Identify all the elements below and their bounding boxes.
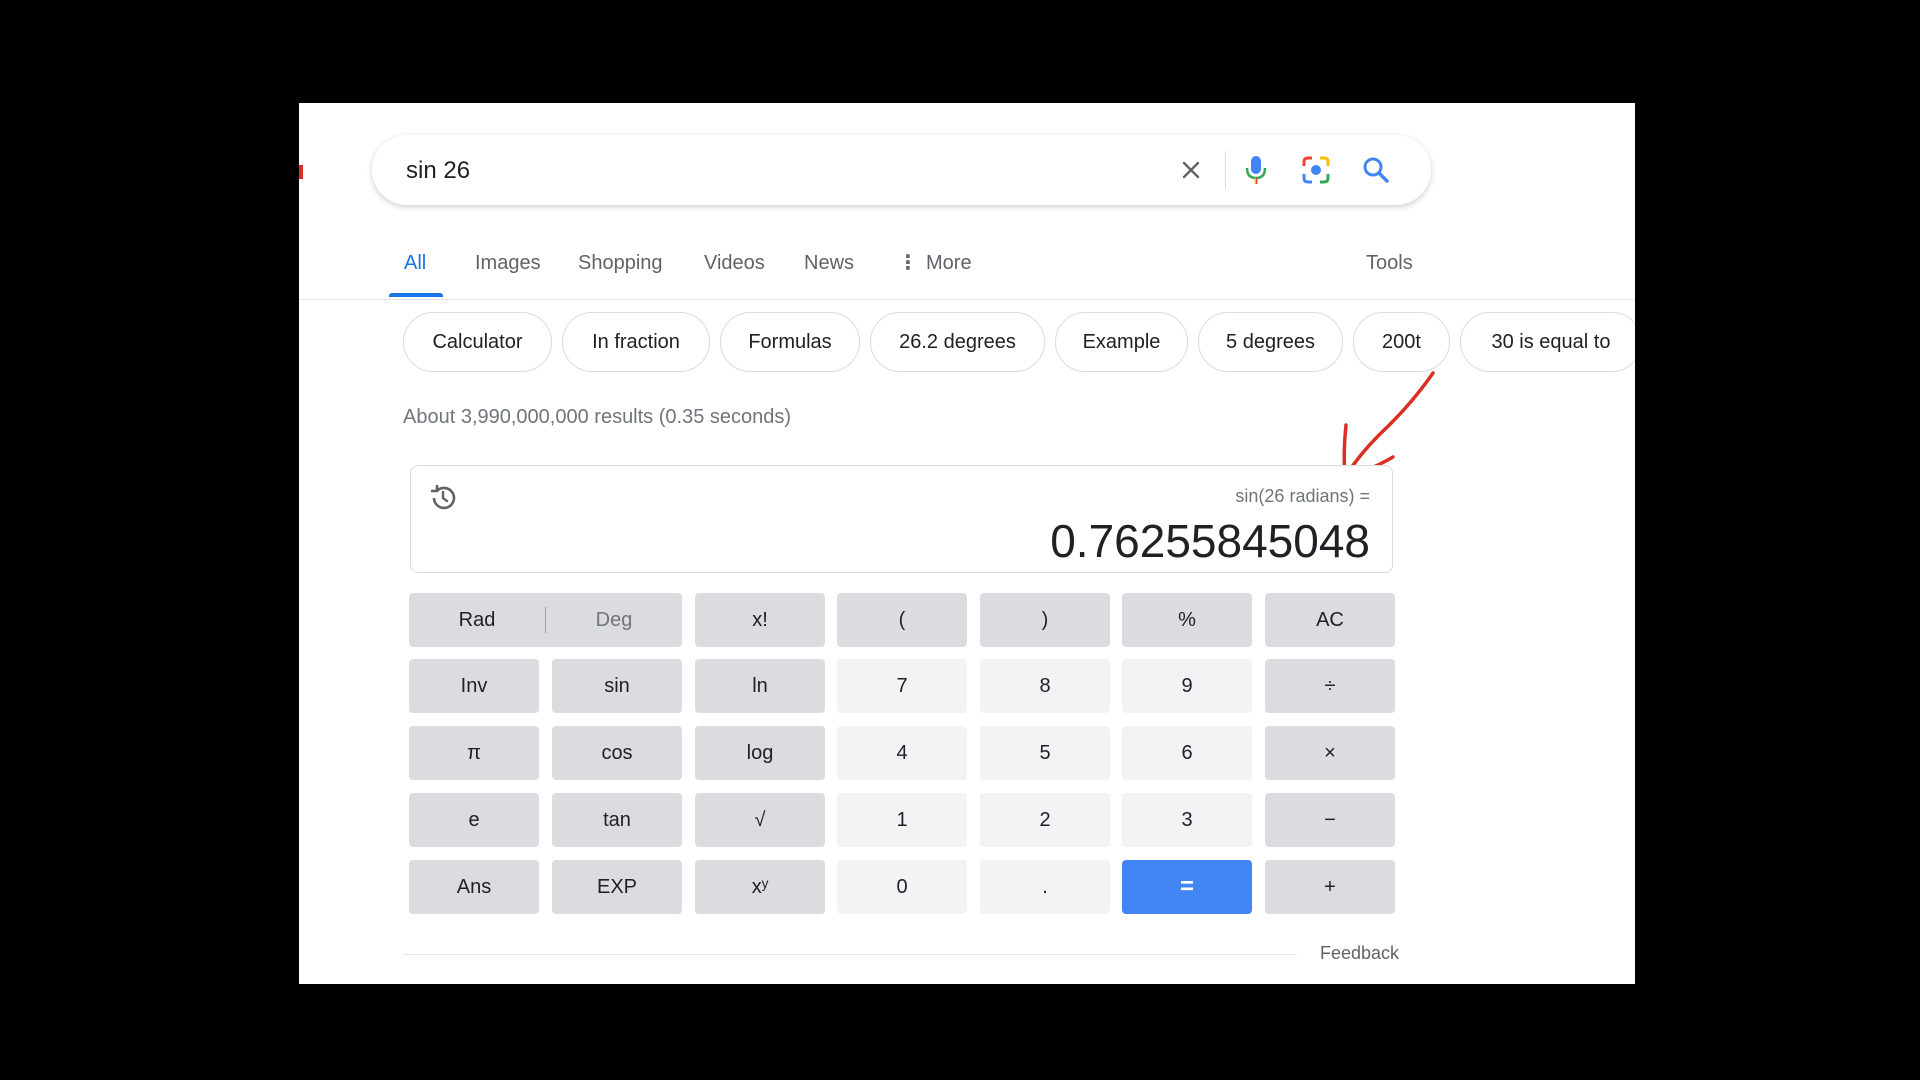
rad-button[interactable]: Rad bbox=[409, 593, 545, 647]
feedback-link[interactable]: Feedback bbox=[1320, 943, 1399, 964]
equals-button[interactable]: = bbox=[1122, 860, 1252, 914]
digit-7-button[interactable]: 7 bbox=[837, 659, 967, 713]
multiply-button[interactable]: × bbox=[1265, 726, 1395, 780]
digit-3-button[interactable]: 3 bbox=[1122, 793, 1252, 847]
digit-6-button[interactable]: 6 bbox=[1122, 726, 1252, 780]
digit-2-button[interactable]: 2 bbox=[980, 793, 1110, 847]
search-box[interactable] bbox=[372, 135, 1431, 207]
digit-1-button[interactable]: 1 bbox=[837, 793, 967, 847]
angle-mode-toggle[interactable]: Rad Deg bbox=[409, 593, 682, 647]
digit-0-button[interactable]: 0 bbox=[837, 860, 967, 914]
calculator-display: sin(26 radians) = 0.76255845048 bbox=[410, 465, 1393, 573]
plus-button[interactable]: + bbox=[1265, 860, 1395, 914]
tab-videos[interactable]: Videos bbox=[704, 237, 765, 293]
search-input[interactable] bbox=[404, 135, 1168, 207]
ln-button[interactable]: ln bbox=[695, 659, 825, 713]
chip[interactable]: 26.2 degrees bbox=[870, 312, 1045, 372]
power-button[interactable]: xʸ bbox=[695, 860, 825, 914]
chip[interactable]: In fraction bbox=[562, 312, 710, 372]
digit-5-button[interactable]: 5 bbox=[980, 726, 1110, 780]
log-button[interactable]: log bbox=[695, 726, 825, 780]
exp-button[interactable]: EXP bbox=[552, 860, 682, 914]
sqrt-button[interactable]: √ bbox=[695, 793, 825, 847]
refinement-chips: Calculator In fraction Formulas 26.2 deg… bbox=[403, 312, 1635, 374]
calculator-expression: sin(26 radians) = bbox=[1235, 486, 1370, 506]
open-paren-button[interactable]: ( bbox=[837, 593, 967, 647]
page-edge-mark bbox=[299, 165, 303, 179]
calculator-keypad: Rad Deg x! ( ) % AC Inv sin ln 7 8 9 ÷ π… bbox=[409, 593, 1395, 914]
inverse-button[interactable]: Inv bbox=[409, 659, 539, 713]
tab-news[interactable]: News bbox=[804, 237, 854, 293]
tools-button[interactable]: Tools bbox=[1366, 237, 1413, 293]
history-icon[interactable] bbox=[427, 482, 459, 514]
e-button[interactable]: e bbox=[409, 793, 539, 847]
tan-button[interactable]: tan bbox=[552, 793, 682, 847]
chip[interactable]: Calculator bbox=[403, 312, 552, 372]
answer-button[interactable]: Ans bbox=[409, 860, 539, 914]
percent-button[interactable]: % bbox=[1122, 593, 1252, 647]
chip[interactable]: Formulas bbox=[720, 312, 860, 372]
camera-lens-icon[interactable] bbox=[1298, 152, 1334, 188]
tab-label: Shopping bbox=[578, 252, 663, 274]
tab-label: More bbox=[926, 252, 972, 274]
tab-all[interactable]: All bbox=[389, 237, 443, 297]
tab-label: Images bbox=[475, 252, 541, 274]
digit-9-button[interactable]: 9 bbox=[1122, 659, 1252, 713]
factorial-button[interactable]: x! bbox=[695, 593, 825, 647]
results-count: About 3,990,000,000 results (0.35 second… bbox=[403, 406, 792, 428]
tab-label: Videos bbox=[704, 252, 765, 274]
more-vert-icon: ⋮ bbox=[898, 252, 918, 274]
active-tab-indicator bbox=[389, 293, 443, 297]
pi-button[interactable]: π bbox=[409, 726, 539, 780]
tab-label: All bbox=[404, 252, 427, 274]
clear-icon[interactable] bbox=[1173, 152, 1209, 188]
digit-8-button[interactable]: 8 bbox=[980, 659, 1110, 713]
chip[interactable]: 30 is equal to bbox=[1460, 312, 1635, 372]
browser-page: All Images Shopping Videos News ⋮ More To… bbox=[299, 103, 1635, 984]
divide-button[interactable]: ÷ bbox=[1265, 659, 1395, 713]
tab-label: News bbox=[804, 252, 855, 274]
chip[interactable]: 5 degrees bbox=[1198, 312, 1343, 372]
chip[interactable]: 200t bbox=[1353, 312, 1450, 372]
cos-button[interactable]: cos bbox=[552, 726, 682, 780]
tab-more[interactable]: ⋮ More bbox=[898, 237, 972, 293]
tab-shopping[interactable]: Shopping bbox=[578, 237, 663, 293]
microphone-icon[interactable] bbox=[1238, 152, 1274, 188]
digit-4-button[interactable]: 4 bbox=[837, 726, 967, 780]
calculator-result: 0.76255845048 bbox=[1050, 515, 1370, 567]
close-paren-button[interactable]: ) bbox=[980, 593, 1110, 647]
all-clear-button[interactable]: AC bbox=[1265, 593, 1395, 647]
deg-button[interactable]: Deg bbox=[546, 593, 682, 647]
sin-button[interactable]: sin bbox=[552, 659, 682, 713]
chip[interactable]: Example bbox=[1055, 312, 1188, 372]
decimal-point-button[interactable]: . bbox=[980, 860, 1110, 914]
search-icon[interactable] bbox=[1358, 152, 1394, 188]
tab-images[interactable]: Images bbox=[475, 237, 541, 293]
minus-button[interactable]: − bbox=[1265, 793, 1395, 847]
tabs-divider bbox=[299, 299, 1635, 300]
search-divider bbox=[1225, 151, 1226, 189]
feedback-divider bbox=[403, 954, 1297, 955]
